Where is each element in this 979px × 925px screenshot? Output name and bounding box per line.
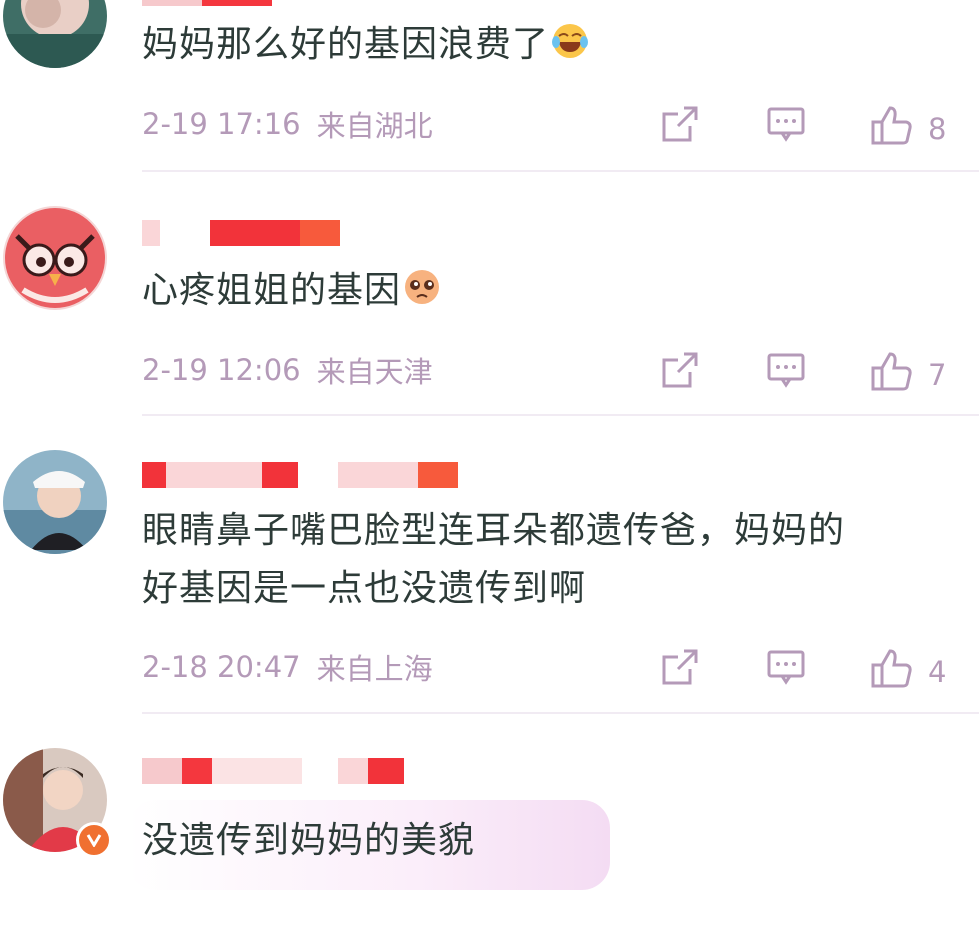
username-censored[interactable] — [142, 460, 458, 488]
comment-text-line: 眼睛鼻子嘴巴脸型连耳朵都遗传爸，妈妈的 — [142, 510, 846, 551]
like-button[interactable]: 4 — [870, 647, 946, 696]
comment-text-line: 好基因是一点也没遗传到啊 — [142, 568, 587, 609]
username-censored[interactable] — [142, 0, 272, 6]
username-censored[interactable] — [142, 218, 340, 246]
verified-v-badge-icon — [76, 822, 112, 858]
comment-meta: 2-19 12:06 来自天津 7 — [142, 350, 972, 392]
avatar[interactable] — [3, 0, 107, 68]
pleading-face-emoji-icon — [403, 266, 441, 324]
like-count: 7 — [928, 357, 947, 392]
comment-text-content: 心疼姐姐的基因 — [142, 270, 402, 311]
like-count: 8 — [928, 111, 947, 146]
share-icon[interactable] — [660, 350, 700, 397]
comment-location: 来自上海 — [316, 652, 433, 686]
like-button[interactable]: 8 — [870, 104, 946, 153]
comment-text: 眼睛鼻子嘴巴脸型连耳朵都遗传爸，妈妈的 好基因是一点也没遗传到啊 — [142, 502, 962, 618]
avatar[interactable] — [3, 450, 107, 554]
comment-time: 2-18 20:47 — [142, 650, 301, 684]
comment-icon[interactable] — [766, 104, 806, 151]
share-icon[interactable] — [660, 647, 700, 694]
comment-text: 妈妈那么好的基因浪费了 — [142, 16, 962, 78]
like-button[interactable]: 7 — [870, 350, 946, 399]
comment-location: 来自湖北 — [316, 109, 433, 143]
comment-location: 来自天津 — [316, 355, 433, 389]
share-icon[interactable] — [660, 104, 700, 151]
username-censored[interactable] — [142, 756, 404, 784]
thumbs-up-icon — [870, 350, 914, 399]
divider — [142, 414, 979, 416]
divider — [142, 712, 979, 714]
comment-time: 2-19 17:16 — [142, 107, 301, 141]
thumbs-up-icon — [870, 104, 914, 153]
comment-icon[interactable] — [766, 647, 806, 694]
comment-text: 心疼姐姐的基因 — [142, 262, 962, 324]
comment-meta: 2-18 20:47 来自上海 4 — [142, 647, 972, 689]
comment-time: 2-19 12:06 — [142, 353, 301, 387]
comment-icon[interactable] — [766, 350, 806, 397]
thumbs-up-icon — [870, 647, 914, 696]
like-count: 4 — [928, 654, 947, 689]
divider — [142, 170, 979, 172]
comment-meta: 2-19 17:16 来自湖北 8 — [142, 104, 972, 146]
comment-text-content: 没遗传到妈妈的美貌 — [142, 820, 476, 861]
comment-text: 没遗传到妈妈的美貌 — [142, 812, 962, 870]
laughing-crying-emoji-icon — [551, 20, 589, 78]
comment-text-content: 妈妈那么好的基因浪费了 — [142, 24, 550, 65]
avatar[interactable] — [3, 206, 107, 310]
